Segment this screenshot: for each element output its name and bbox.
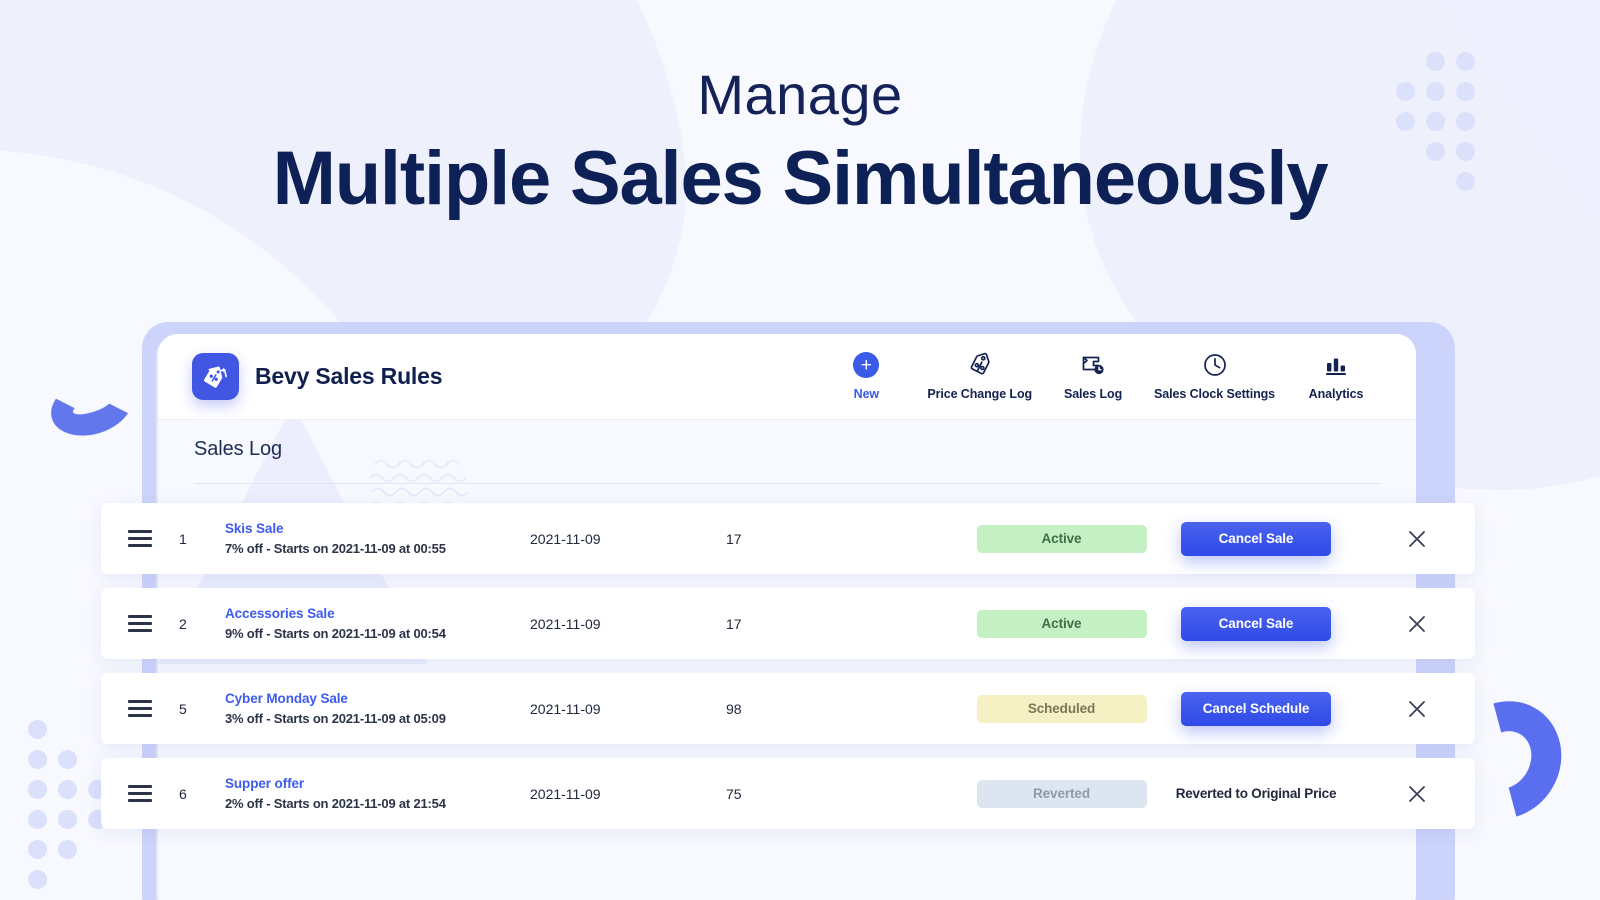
row-action-button[interactable]: Cancel Sale	[1181, 606, 1331, 641]
sale-name-link[interactable]: Skis Sale	[225, 521, 530, 536]
decorative-dot	[28, 870, 47, 889]
row-close-cell	[1358, 612, 1475, 636]
nav-item-analytics[interactable]: Analytics	[1284, 352, 1388, 401]
section-divider	[194, 483, 1380, 484]
row-date: 2021-11-09	[530, 530, 601, 547]
page-root: Manage Multiple Sales Simultaneously Bev…	[0, 0, 1600, 900]
hero-kicker: Manage	[697, 63, 903, 126]
status-badge: Active	[976, 524, 1147, 553]
row-status-cell: Active	[969, 609, 1154, 638]
row-count: 17	[726, 615, 742, 632]
decorative-dot	[28, 840, 47, 859]
close-icon[interactable]	[1405, 612, 1429, 636]
status-badge: Active	[976, 609, 1147, 638]
drag-handle-icon[interactable]	[101, 615, 179, 632]
row-count: 98	[726, 700, 742, 717]
sale-name-link[interactable]: Supper offer	[225, 776, 530, 791]
close-icon[interactable]	[1405, 782, 1429, 806]
row-name-cell: Accessories Sale 9% off - Starts on 2021-…	[225, 606, 530, 641]
brand-name: Bevy Sales Rules	[255, 363, 443, 389]
row-close-cell	[1358, 782, 1475, 806]
close-icon[interactable]	[1405, 527, 1429, 551]
decorative-dot	[28, 750, 47, 769]
decorative-dot	[28, 780, 47, 799]
plus-circle-icon: +	[853, 352, 880, 378]
row-close-cell	[1358, 527, 1475, 551]
status-badge: Reverted	[976, 779, 1147, 808]
row-id: 5	[179, 700, 187, 717]
bar-chart-icon	[1323, 352, 1349, 378]
table-row: 2 Accessories Sale 9% off - Starts on 2021…	[101, 588, 1475, 659]
row-action-cell: Cancel Schedule	[1154, 691, 1358, 726]
page-title: Sales Log	[194, 438, 283, 460]
nav-label-new: New	[853, 387, 880, 401]
brand[interactable]: Bevy Sales Rules	[192, 353, 443, 400]
sale-name-link[interactable]: Cyber Monday Sale	[225, 691, 530, 706]
row-action-button[interactable]: Cancel Schedule	[1181, 691, 1331, 726]
row-action-button[interactable]: Cancel Sale	[1181, 521, 1331, 556]
clock-icon	[1202, 352, 1228, 378]
row-id: 6	[179, 785, 187, 802]
row-count: 75	[726, 785, 742, 802]
decorative-dot	[58, 780, 77, 799]
sale-detail: 2% off - Starts on 2021-11-09 at 21:54	[225, 796, 446, 811]
row-status-cell: Reverted	[969, 779, 1154, 808]
decorative-dot	[58, 810, 77, 829]
drag-handle-icon[interactable]	[101, 700, 179, 717]
row-close-cell	[1358, 697, 1475, 721]
status-badge: Scheduled	[976, 694, 1147, 723]
row-count: 17	[726, 530, 742, 547]
hero-heading: Manage Multiple Sales Simultaneously	[0, 63, 1600, 221]
row-name-cell: Cyber Monday Sale 3% off - Starts on 2021…	[225, 691, 530, 726]
drag-handle-icon[interactable]	[101, 785, 179, 802]
nav-label-analytics: Analytics	[1308, 387, 1364, 401]
price-tag-percent-icon	[192, 353, 239, 400]
drag-handle-icon[interactable]	[101, 530, 179, 547]
nav-item-price-change-log[interactable]: Price Change Log	[918, 352, 1041, 401]
section-header: Sales Log	[194, 438, 1380, 484]
sales-log-table: 1 Skis Sale 7% off - Starts on 2021-11-09 …	[101, 503, 1475, 843]
table-row: 5 Cyber Monday Sale 3% off - Starts on 202…	[101, 673, 1475, 744]
row-status-cell: Scheduled	[969, 694, 1154, 723]
card-bottom-strip	[158, 852, 1416, 900]
row-action-text: Reverted to Original Price	[1175, 786, 1337, 801]
nav-item-new[interactable]: + New	[814, 352, 918, 401]
row-date: 2021-11-09	[530, 700, 601, 717]
nav-label-sales-log: Sales Log	[1063, 387, 1123, 401]
decorative-dot	[58, 750, 77, 769]
sale-detail: 3% off - Starts on 2021-11-09 at 05:09	[225, 711, 446, 726]
row-id: 1	[179, 530, 187, 547]
nav-item-sales-log[interactable]: Sales Log	[1041, 352, 1145, 401]
row-action-cell: Cancel Sale	[1154, 521, 1358, 556]
row-action-cell: Reverted to Original Price	[1154, 786, 1358, 801]
nav-item-sales-clock-settings[interactable]: Sales Clock Settings	[1145, 352, 1284, 401]
row-status-cell: Active	[969, 524, 1154, 553]
close-icon[interactable]	[1405, 697, 1429, 721]
decorative-dot	[28, 720, 47, 739]
sale-detail: 7% off - Starts on 2021-11-09 at 00:55	[225, 541, 446, 556]
row-id: 2	[179, 615, 187, 632]
decorative-dot	[28, 810, 47, 829]
table-row: 1 Skis Sale 7% off - Starts on 2021-11-09 …	[101, 503, 1475, 574]
sales-tag-clock-icon	[1080, 352, 1106, 378]
row-action-cell: Cancel Sale	[1154, 606, 1358, 641]
main-nav: + New Price Change Log Sales Log Sales C…	[814, 352, 1388, 401]
decorative-dot	[58, 840, 77, 859]
nav-label-sales-clock-settings: Sales Clock Settings	[1154, 387, 1275, 401]
hero-title: Multiple Sales Simultaneously	[272, 135, 1329, 221]
row-name-cell: Supper offer 2% off - Starts on 2021-11-0…	[225, 776, 530, 811]
sale-name-link[interactable]: Accessories Sale	[225, 606, 530, 621]
nav-label-price-change-log: Price Change Log	[927, 387, 1033, 401]
row-date: 2021-11-09	[530, 615, 601, 632]
price-tag-icon	[967, 352, 993, 378]
table-row: 6 Supper offer 2% off - Starts on 2021-11-…	[101, 758, 1475, 829]
row-date: 2021-11-09	[530, 785, 601, 802]
row-name-cell: Skis Sale 7% off - Starts on 2021-11-09 a…	[225, 521, 530, 556]
app-header: Bevy Sales Rules + New Price Change Log …	[158, 334, 1416, 420]
sale-detail: 9% off - Starts on 2021-11-09 at 00:54	[225, 626, 446, 641]
